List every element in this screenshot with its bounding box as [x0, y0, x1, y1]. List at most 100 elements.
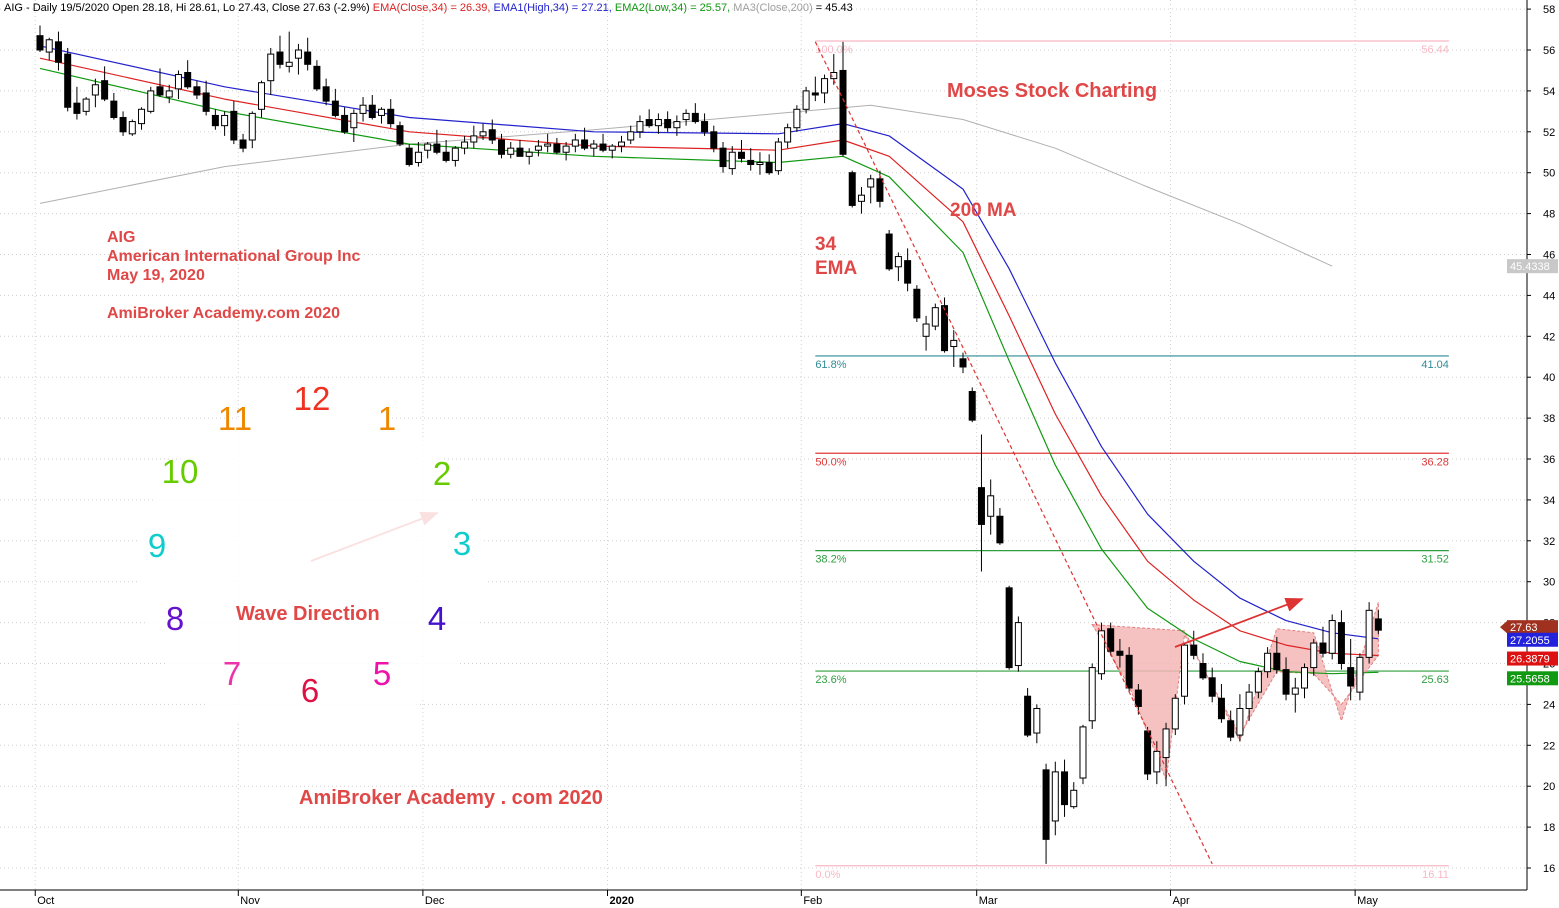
candle-bear: [977, 487, 985, 525]
candle-bull: [359, 104, 367, 114]
y-tick-label: 20: [1543, 781, 1555, 793]
candle-bull: [221, 114, 229, 127]
candle-bull: [1162, 728, 1170, 759]
candle-bear: [701, 121, 709, 133]
x-tick-label: 2020: [609, 895, 633, 907]
candle-bull: [673, 121, 681, 129]
candle-bull: [802, 90, 810, 110]
candle-bear: [664, 119, 672, 129]
candle-bull: [350, 112, 358, 129]
candle-bull: [590, 143, 598, 149]
candle-bear: [1282, 669, 1290, 695]
candle-bull: [1328, 620, 1336, 654]
candle-bull: [258, 82, 266, 110]
fib-level-price: 56.44: [1421, 44, 1449, 56]
price-badge-text: 27.2055: [1510, 635, 1550, 647]
fib-level-price: 36.28: [1421, 456, 1449, 468]
x-tick-label: Apr: [1173, 895, 1190, 907]
candle-bull: [248, 112, 256, 141]
y-tick-label: 42: [1543, 331, 1555, 343]
candle-bull: [728, 151, 736, 170]
candle-bull: [793, 108, 801, 129]
x-tick-label: May: [1357, 895, 1378, 907]
candle-bear: [1061, 771, 1069, 806]
price-badge-text: 25.5658: [1510, 673, 1550, 685]
clock-number-12: 12: [294, 380, 331, 417]
candle-bull: [378, 108, 386, 116]
candle-bear: [64, 53, 72, 108]
fibonacci-retracement: 100.0% 56.4461.8% 41.0450.0% 36.2838.2% 31.5…: [815, 40, 1449, 881]
candle-bear: [811, 92, 819, 96]
price-badge-text: 27.63: [1510, 622, 1538, 634]
y-tick-label: 36: [1543, 454, 1555, 466]
fib-level-price: 25.63: [1421, 674, 1449, 686]
price-badge: 27.2055: [1507, 632, 1558, 647]
clock-number-2: 2: [433, 455, 451, 492]
x-tick-label: Nov: [240, 895, 260, 907]
clock-number-11: 11: [218, 400, 252, 437]
candle-bull: [857, 194, 865, 202]
candle-bear: [1107, 628, 1115, 652]
clock-number-4: 4: [428, 600, 446, 637]
fib-level-price: 31.52: [1421, 554, 1449, 566]
y-tick-label: 38: [1543, 413, 1555, 425]
candle-bear: [1190, 644, 1198, 656]
clock-number-9: 9: [148, 527, 166, 564]
candle-bear: [54, 41, 62, 63]
candle-bull: [627, 131, 635, 141]
candle-bull: [414, 151, 422, 163]
candle-bear: [341, 114, 349, 133]
candle-bear: [599, 143, 607, 151]
candle-bear: [876, 178, 884, 202]
candle-bear: [313, 65, 321, 90]
candle-bear: [110, 100, 118, 118]
fib-level-percent: 38.2%: [815, 554, 846, 566]
y-tick-label: 56: [1543, 45, 1555, 57]
y-tick-label: 54: [1543, 86, 1555, 98]
fib-level-percent: 50.0%: [815, 456, 846, 468]
candle-bull: [147, 90, 155, 112]
ema34-label-line1: 34: [815, 234, 837, 255]
candle-bear: [1347, 667, 1355, 687]
fib-level-percent: 23.6%: [815, 674, 846, 686]
candle-bear: [1116, 650, 1124, 656]
candle-bull: [91, 84, 99, 96]
candle-bull: [931, 307, 939, 327]
candle-bear: [747, 159, 755, 166]
info-company: American International Group Inc: [107, 248, 360, 265]
candle-bull: [654, 119, 662, 127]
candle-bull: [922, 323, 930, 337]
candle-bull: [138, 108, 146, 125]
candle-bear: [101, 80, 109, 100]
candle-bear: [184, 71, 192, 88]
candle-bull: [1264, 652, 1272, 673]
candle-bull: [267, 53, 275, 82]
candle-bear: [691, 112, 699, 123]
y-tick-label: 32: [1543, 536, 1555, 548]
candle-bull: [479, 131, 487, 137]
y-tick-label: 48: [1543, 209, 1555, 221]
y-tick-label: 22: [1543, 740, 1555, 752]
candle-bull: [1171, 697, 1179, 730]
candle-bull: [1051, 771, 1059, 822]
clock-number-8: 8: [166, 600, 184, 637]
candle-bull: [608, 145, 616, 151]
fib-level-price: 16.11: [1422, 869, 1449, 881]
candle-bull: [82, 98, 90, 112]
candle-bear: [710, 131, 718, 149]
clock-number-7: 7: [223, 655, 241, 692]
y-tick-label: 16: [1543, 863, 1555, 875]
candle-bull: [1033, 707, 1041, 734]
y-tick-label: 50: [1543, 168, 1555, 180]
candle-bull: [1181, 644, 1189, 697]
y-tick-label: 24: [1543, 699, 1555, 711]
wave-direction-label: Wave Direction: [236, 603, 380, 625]
candle-bear: [516, 147, 524, 157]
candle-bull: [1097, 630, 1105, 675]
candle-bear: [211, 114, 219, 127]
candle-bull: [1079, 726, 1087, 779]
candle-bull: [45, 39, 53, 53]
candle-bear: [1005, 587, 1013, 669]
candle-bull: [165, 90, 173, 98]
fib-level-percent: 61.8%: [815, 359, 846, 371]
